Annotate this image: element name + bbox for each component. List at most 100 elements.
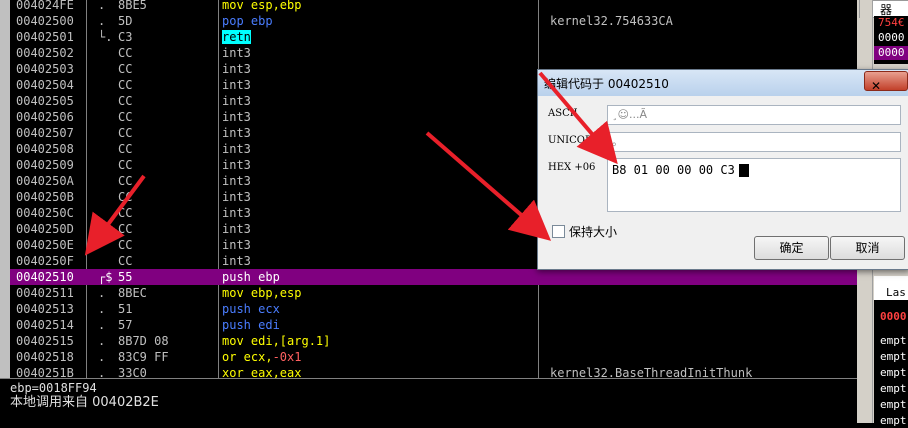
hex-dump-cell: CC: [118, 142, 133, 156]
address-cell: 00402508: [16, 142, 74, 156]
disasm-row[interactable]: 00402500. 5D pop ebp kernel32.754633CA: [10, 13, 857, 29]
info-call-source-line: 本地调用来自 00402B2E: [10, 395, 159, 410]
info-pane: ebp=0018FF94 本地调用来自 00402B2E: [0, 378, 857, 424]
disasm-row[interactable]: 00402502 CC int3: [10, 45, 857, 61]
hex-dump-cell: 8B7D 08: [118, 334, 169, 348]
instruction-cell: int3: [222, 109, 251, 125]
instruction-token: int3: [222, 126, 251, 140]
hex-dump-cell: 8BE5: [118, 0, 147, 12]
stack-header: Las: [874, 276, 908, 300]
ascii-field[interactable]: ¸☺...Ã: [607, 105, 901, 125]
address-cell: 00402509: [16, 158, 74, 172]
comment-cell: kernel32.754633CA: [550, 14, 673, 28]
stack-red-value: 0000: [880, 310, 907, 323]
stack-header-label: Las: [886, 286, 906, 299]
instruction-cell: int3: [222, 77, 251, 93]
address-cell: 0040250C: [16, 206, 74, 220]
address-cell: 00402510: [16, 270, 74, 284]
disasm-row[interactable]: 00402515. 8B7D 08 mov edi,[arg.1]: [10, 333, 857, 349]
address-cell: 004024FE: [16, 0, 74, 12]
stack-entry: empt: [880, 382, 907, 395]
flow-marker: .: [98, 286, 106, 300]
hex-dump-cell: CC: [118, 206, 133, 220]
hex-dump-cell: 5D: [118, 14, 133, 28]
instruction-token: int3: [222, 46, 251, 60]
instruction-cell: mov esp,ebp: [222, 0, 301, 13]
flow-marker: └.: [98, 30, 113, 44]
instruction-token: int3: [222, 206, 251, 220]
stack-entry: empt: [880, 366, 907, 379]
instruction-token: int3: [222, 110, 251, 124]
flow-marker: .: [98, 302, 106, 316]
instruction-token: int3: [222, 62, 251, 76]
instruction-cell: int3: [222, 173, 251, 189]
cancel-button[interactable]: 取消: [830, 236, 905, 260]
instruction-cell: push edi: [222, 317, 280, 333]
instruction-cell: int3: [222, 157, 251, 173]
hex-dump-cell: CC: [118, 174, 133, 188]
comment-cell: kernel32.BaseThreadInitThunk: [550, 366, 753, 378]
address-cell: 0040251B: [16, 366, 74, 378]
flow-marker: .: [98, 334, 106, 348]
hex-field[interactable]: B8 01 00 00 00 C3: [607, 158, 901, 212]
keep-size-label[interactable]: 保持大小: [569, 223, 617, 240]
stack-entry: empt: [880, 350, 907, 363]
left-gutter: [0, 0, 10, 378]
disasm-row[interactable]: 00402513. 51 push ecx: [10, 301, 857, 317]
hex-dump-cell: CC: [118, 110, 133, 124]
address-cell: 00402502: [16, 46, 74, 60]
disasm-row[interactable]: 00402501 └. C3 retn: [10, 29, 857, 45]
instruction-token: int3: [222, 222, 251, 236]
address-cell: 00402503: [16, 62, 74, 76]
hex-dump-cell: C3: [118, 30, 133, 44]
address-cell: 00402511: [16, 286, 74, 300]
close-button[interactable]: ✕: [864, 71, 908, 93]
instruction-token: -0x1: [272, 350, 302, 364]
disasm-row[interactable]: 00402518. 83C9 FF or ecx,-0x1: [10, 349, 857, 365]
instruction-token: xor eax,eax: [222, 366, 302, 378]
instruction-token: int3: [222, 174, 251, 188]
close-icon: ✕: [871, 79, 882, 93]
keep-size-checkbox[interactable]: [552, 225, 565, 238]
instruction-cell: int3: [222, 253, 251, 269]
instruction-token: push ebp: [222, 270, 280, 284]
hex-dump-cell: 55: [118, 270, 133, 284]
address-cell: 00402506: [16, 110, 74, 124]
instruction-cell: int3: [222, 125, 251, 141]
instruction-token: pop ebp: [222, 14, 273, 28]
address-cell: 0040250E: [16, 238, 74, 252]
hex-dump-cell: CC: [118, 238, 133, 252]
instruction-token: int3: [222, 254, 251, 268]
stack-entry: empt: [880, 414, 907, 427]
ok-button[interactable]: 确定: [754, 236, 829, 260]
hex-dump-cell: CC: [118, 254, 133, 268]
hex-label: HEX +06: [548, 162, 596, 173]
hex-dump-cell: CC: [118, 126, 133, 140]
instruction-cell: push ecx: [222, 301, 280, 317]
dialog-title-bar[interactable]: 编辑代码于 00402510 ✕: [538, 70, 908, 96]
hex-value: B8 01 00 00 00 C3: [612, 163, 735, 177]
stack-values: 0000 empt empt empt empt empt empt: [874, 300, 908, 427]
hex-dump-cell: 51: [118, 302, 133, 316]
address-cell: 00402505: [16, 94, 74, 108]
unicode-field[interactable]: 。: [607, 132, 901, 152]
disasm-row[interactable]: 00402510 ┌$ 55 push ebp: [10, 269, 857, 285]
address-cell: 0040250A: [16, 174, 74, 188]
disasm-row[interactable]: 00402511. 8BEC mov ebp,esp: [10, 285, 857, 301]
address-cell: 00402504: [16, 78, 74, 92]
instruction-token: mov esp,ebp: [222, 0, 302, 12]
instruction-token: int3: [222, 158, 251, 172]
address-cell: 00402515: [16, 334, 74, 348]
flow-marker: ┌$: [98, 270, 113, 284]
flow-marker: .: [98, 0, 106, 12]
register-value: 754€: [878, 16, 905, 29]
disasm-row[interactable]: 00402514. 57 push edi: [10, 317, 857, 333]
instruction-cell: int3: [222, 221, 251, 237]
disasm-row[interactable]: 004024FE. 8BE5 mov esp,ebp: [10, 0, 857, 13]
instruction-token: mov edi,[arg.1]: [222, 334, 331, 348]
hex-dump-cell: 33C0: [118, 366, 147, 378]
disasm-row[interactable]: 0040251B. 33C0 xor eax,eax kernel32.BaseThr…: [10, 365, 857, 378]
hex-dump-cell: CC: [118, 158, 133, 172]
edit-code-dialog: 编辑代码于 00402510 ✕ ASCII ¸☺...Ã UNICODE 。 …: [537, 69, 908, 270]
text-cursor: [738, 164, 749, 177]
